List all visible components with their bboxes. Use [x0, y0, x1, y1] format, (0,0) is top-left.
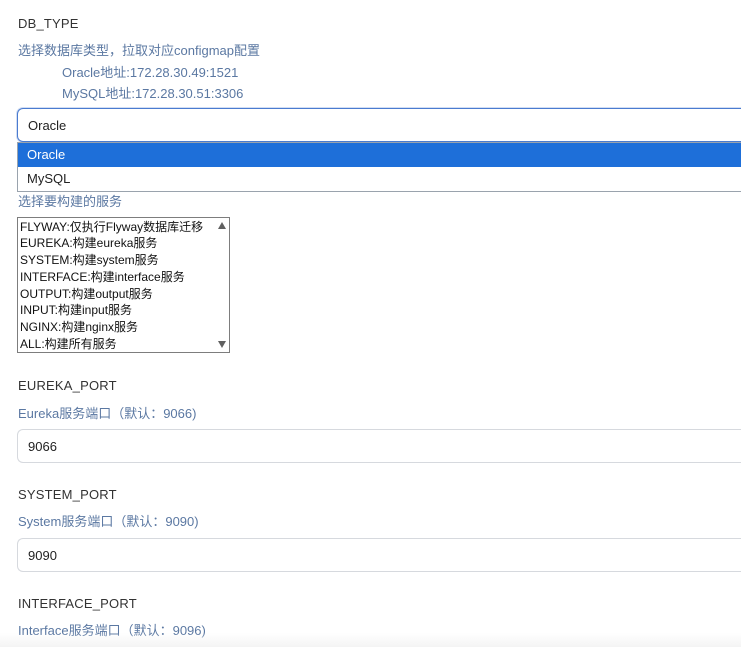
system-port-description: System服务端口（默认：9090) [18, 514, 199, 529]
system-port-param-name: SYSTEM_PORT [18, 487, 117, 502]
dropdown-option-mysql[interactable]: MySQL [18, 167, 741, 191]
eureka-port-input[interactable]: 9066 [17, 429, 741, 463]
service-option-output[interactable]: OUTPUT:构建output服务 [18, 286, 216, 303]
db-type-select-value: Oracle [28, 117, 67, 133]
services-options: FLYWAY:仅执行Flyway数据库迁移 EUREKA:构建eureka服务 … [18, 219, 216, 353]
service-option-system[interactable]: SYSTEM:构建system服务 [18, 252, 216, 269]
service-option-flyway[interactable]: FLYWAY:仅执行Flyway数据库迁移 [18, 219, 216, 236]
service-option-input[interactable]: INPUT:构建input服务 [18, 302, 216, 319]
db-type-dropdown-list: Oracle MySQL [17, 142, 741, 192]
bottom-fade-divider [0, 633, 741, 647]
service-option-nginx[interactable]: NGINX:构建nginx服务 [18, 319, 216, 336]
db-type-description: 选择数据库类型，拉取对应configmap配置 [18, 43, 260, 58]
services-scrollbar[interactable] [216, 218, 229, 352]
service-option-interface[interactable]: INTERFACE:构建interface服务 [18, 269, 216, 286]
mysql-address: MySQL地址:172.28.30.51:3306 [62, 86, 244, 101]
db-type-select[interactable]: Oracle [17, 108, 741, 142]
system-port-input[interactable]: 9090 [17, 538, 741, 572]
db-type-param-name: DB_TYPE [18, 16, 79, 31]
eureka-port-value: 9066 [28, 438, 57, 454]
eureka-port-param-name: EUREKA_PORT [18, 378, 117, 393]
scroll-up-arrow-icon[interactable] [218, 222, 226, 229]
interface-port-param-name: INTERFACE_PORT [18, 596, 137, 611]
services-description: 选择要构建的服务 [18, 194, 123, 209]
scroll-down-arrow-icon[interactable] [218, 341, 226, 348]
service-option-all[interactable]: ALL:构建所有服务 [18, 336, 216, 352]
build-parameters-page: DB_TYPE 选择数据库类型，拉取对应configmap配置 Oracle地址… [0, 0, 741, 647]
system-port-value: 9090 [28, 547, 57, 563]
oracle-address: Oracle地址:172.28.30.49:1521 [62, 65, 239, 80]
service-option-eureka[interactable]: EUREKA:构建eureka服务 [18, 235, 216, 252]
eureka-port-description: Eureka服务端口（默认：9066) [18, 406, 197, 421]
services-multi-select[interactable]: FLYWAY:仅执行Flyway数据库迁移 EUREKA:构建eureka服务 … [17, 217, 230, 353]
dropdown-option-oracle[interactable]: Oracle [18, 143, 741, 167]
